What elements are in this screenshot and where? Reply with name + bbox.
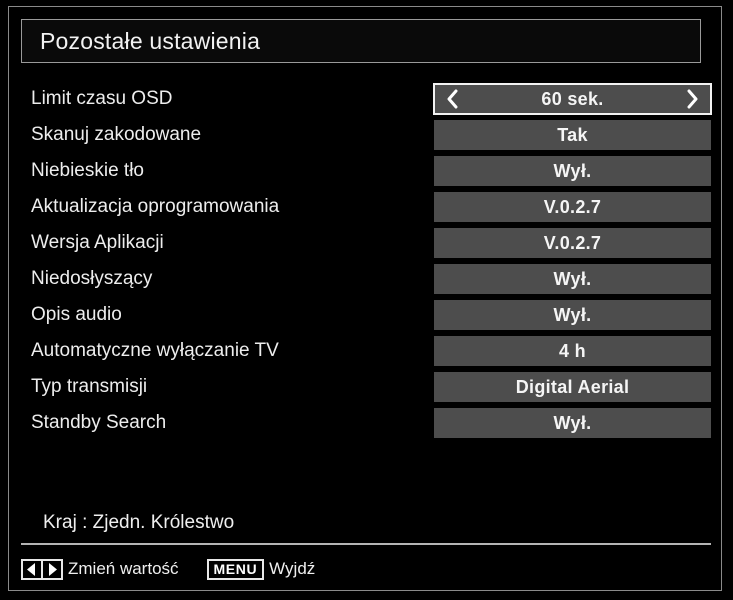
settings-row-value: Wył. [553, 268, 592, 289]
settings-row-value-box[interactable]: V.0.2.7 [434, 192, 711, 222]
settings-row-value-box[interactable]: 4 h [434, 336, 711, 366]
country-label: Kraj : Zjedn. Królestwo [43, 512, 235, 533]
settings-row[interactable]: Opis audio Wył. [21, 297, 711, 333]
arrow-left-icon [27, 562, 35, 576]
settings-row-value-box[interactable]: Wył. [434, 408, 711, 438]
settings-row[interactable]: Automatyczne wyłączanie TV 4 h [21, 333, 711, 369]
settings-row-value-box[interactable]: Tak [434, 120, 711, 150]
settings-row-value-box[interactable]: Wył. [434, 156, 711, 186]
settings-row-value: 4 h [559, 340, 586, 361]
settings-row-value: Tak [557, 124, 588, 145]
settings-row[interactable]: Skanuj zakodowane Tak [21, 117, 711, 153]
footer-hint-action: Wyjdź [269, 559, 316, 578]
chevron-left-icon[interactable] [445, 89, 459, 109]
settings-row-label: Standby Search [31, 412, 167, 433]
arrow-right-icon [49, 562, 57, 576]
settings-row[interactable]: Standby Search Wył. [21, 405, 711, 441]
settings-row-label: Aktualizacja oprogramowania [31, 196, 280, 217]
key-divider [41, 560, 43, 578]
settings-row-label: Automatyczne wyłączanie TV [31, 340, 279, 361]
page-title: Pozostałe ustawienia [40, 27, 261, 54]
settings-row-label: Wersja Aplikacji [31, 232, 164, 253]
settings-row-value-box[interactable]: Wył. [434, 264, 711, 294]
settings-row-label: Typ transmisji [31, 376, 148, 397]
settings-row-value-box[interactable]: 60 sek. [433, 83, 712, 115]
settings-row-value: Digital Aerial [515, 376, 630, 397]
settings-row[interactable]: Niebieskie tło Wył. [21, 153, 711, 189]
settings-row-value-box[interactable]: V.0.2.7 [434, 228, 711, 258]
settings-row-label: Skanuj zakodowane [31, 124, 202, 145]
settings-row[interactable]: Aktualizacja oprogramowania V.0.2.7 [21, 189, 711, 225]
footer-hint: Zmień wartość [21, 558, 179, 580]
settings-row-value: Wył. [553, 412, 592, 433]
menu-key-badge: MENU [206, 558, 265, 580]
left-right-keys-icon [21, 558, 63, 580]
footer-hint: MENU Wyjdź [206, 558, 316, 580]
settings-row-value-box[interactable]: Wył. [434, 300, 711, 330]
settings-row-value: 60 sek. [541, 88, 604, 109]
settings-row-label: Niebieskie tło [31, 160, 144, 181]
settings-list: Limit czasu OSD 60 sek. Skanuj zakodowane T… [21, 81, 712, 441]
settings-row-label: Niedosłyszący [31, 268, 153, 289]
settings-row-value: Wył. [553, 304, 592, 325]
menu-key-label: MENU [213, 561, 258, 577]
settings-row-value-box[interactable]: Digital Aerial [434, 372, 711, 402]
settings-row-label: Limit czasu OSD [31, 88, 173, 109]
footer-divider [21, 543, 711, 545]
settings-row[interactable]: Niedosłyszący Wył. [21, 261, 711, 297]
settings-row[interactable]: Typ transmisji Digital Aerial [21, 369, 711, 405]
osd-panel: Pozostałe ustawienia Limit czasu OSD 60 s… [8, 6, 722, 591]
settings-row-value: Wył. [553, 160, 592, 181]
footer-hints: Zmień wartość MENU Wyjdź [21, 555, 711, 583]
settings-row[interactable]: Limit czasu OSD 60 sek. [21, 81, 712, 117]
settings-row-value: V.0.2.7 [543, 196, 602, 217]
settings-row-label: Opis audio [31, 304, 122, 325]
footer-hint-action: Zmień wartość [68, 559, 179, 578]
settings-row[interactable]: Wersja Aplikacji V.0.2.7 [21, 225, 711, 261]
chevron-right-icon[interactable] [686, 89, 700, 109]
osd-title-bar: Pozostałe ustawienia [21, 19, 701, 63]
settings-row-value: V.0.2.7 [543, 232, 602, 253]
